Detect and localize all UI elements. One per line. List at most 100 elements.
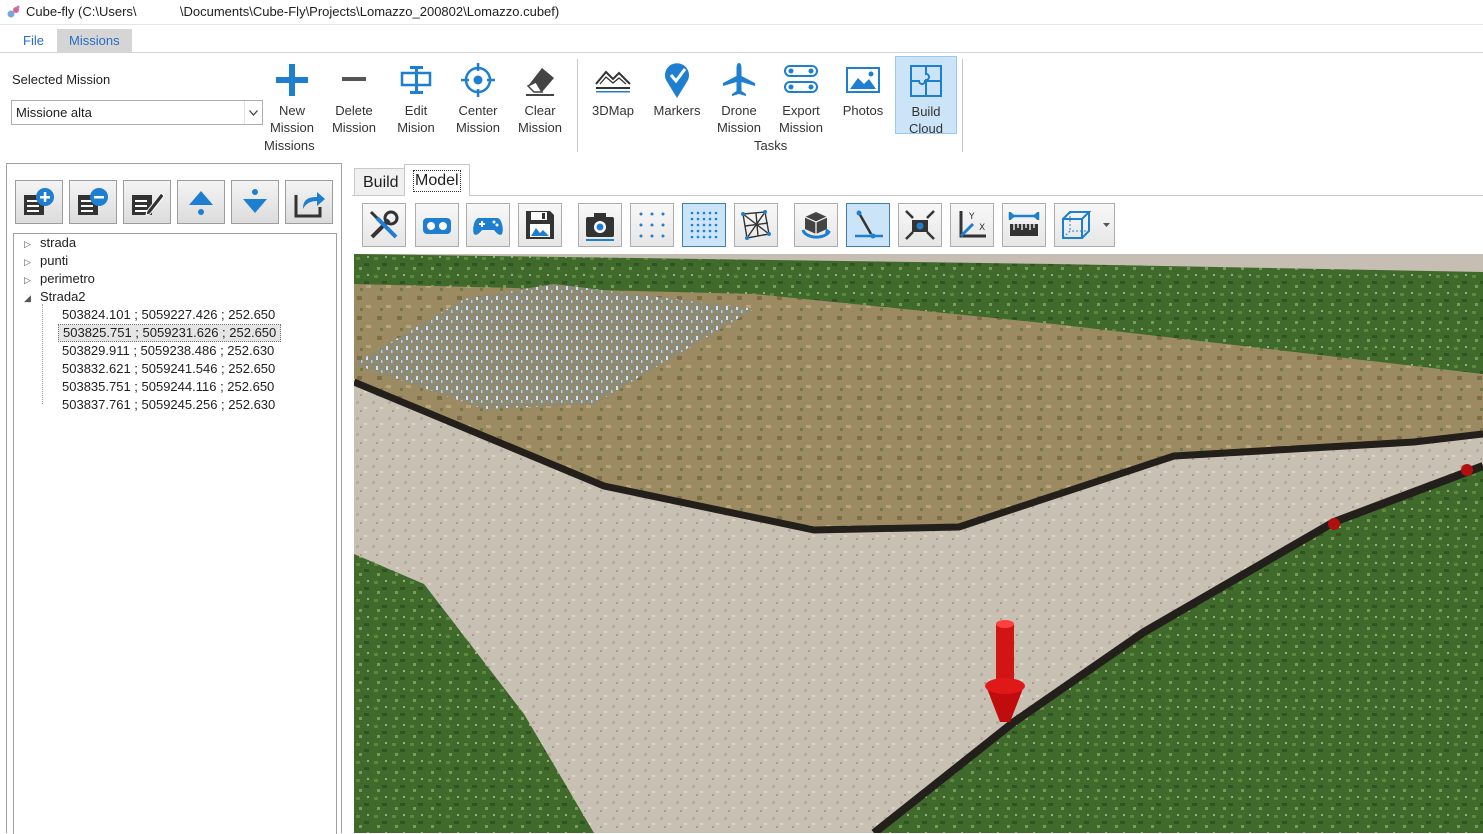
build-cloud-label: Build Cloud: [909, 104, 943, 136]
waypoint-marker[interactable]: [1461, 464, 1473, 476]
clear-mission-label: Clear Mission: [517, 103, 563, 135]
move-up-icon: [189, 191, 213, 215]
menu-tab-file[interactable]: File: [12, 29, 55, 52]
tab-build[interactable]: Build: [354, 168, 408, 195]
bounding-box-icon: [1062, 211, 1092, 239]
ribbon: Selected Mission Missione alta New Missi…: [0, 53, 1483, 157]
tree-node-strada2[interactable]: ◢ Strada2: [24, 288, 86, 306]
route-export-icon: [784, 65, 818, 93]
vr-button[interactable]: [415, 203, 459, 247]
tree-point-item[interactable]: 503837.761 ; 5059245.256 ; 252.630: [58, 396, 279, 414]
ruler-button[interactable]: [1002, 203, 1046, 247]
ribbon-separator: [962, 59, 963, 152]
tasks-group-label: Tasks: [754, 138, 788, 153]
photos-label: Photos: [842, 103, 884, 118]
window-title: Cube-fly (C:\Users\ \Documents\Cube-Fly\…: [26, 4, 560, 19]
markers-button[interactable]: Markers: [647, 56, 707, 134]
focus-camera-button[interactable]: [898, 203, 942, 247]
tab-strip-line: [352, 195, 1483, 196]
edit-item-icon: [132, 192, 165, 216]
add-item-icon: [24, 188, 54, 215]
3d-model-viewport[interactable]: [354, 254, 1483, 833]
build-cloud-button[interactable]: Build Cloud: [895, 56, 957, 136]
sparse-points-icon: [639, 212, 665, 238]
chevron-right-icon[interactable]: ▷: [24, 271, 34, 289]
selected-mission-label: Selected Mission: [12, 72, 111, 87]
delete-mission-button[interactable]: Delete Mission: [324, 56, 384, 135]
3dmap-label: 3DMap: [592, 103, 634, 118]
waypoint-marker[interactable]: [1328, 518, 1340, 530]
vr-headset-icon: [423, 218, 451, 234]
tree-node-perimetro[interactable]: ▷ perimetro: [24, 270, 95, 288]
move-down-icon: [243, 189, 267, 213]
axes-icon: Y X: [959, 211, 986, 238]
axes-button[interactable]: Y X: [950, 203, 994, 247]
rotate-view-button[interactable]: [794, 203, 838, 247]
title-bar: Cube-fly (C:\Users\ \Documents\Cube-Fly\…: [0, 0, 1483, 25]
mission-tree-panel: ▷ strada ▷ punti ▷ perimetro ◢ Strada2 50382…: [6, 163, 342, 834]
tree-point-item[interactable]: 503835.751 ; 5059244.116 ; 252.650: [58, 378, 278, 396]
camera-button[interactable]: [578, 203, 622, 247]
menu-bar: File Missions: [0, 25, 1483, 53]
tab-model-label: Model: [413, 170, 461, 192]
measure-line-icon: [855, 210, 883, 239]
export-button[interactable]: [285, 180, 333, 224]
dense-points-icon: [690, 211, 718, 239]
3dmap-button[interactable]: 3DMap: [583, 56, 643, 134]
center-mission-button[interactable]: Center Mission: [448, 56, 508, 135]
add-item-button[interactable]: [15, 180, 63, 224]
mesh-button[interactable]: [734, 203, 778, 247]
gamepad-button[interactable]: [466, 203, 510, 247]
edit-item-button[interactable]: [123, 180, 171, 224]
save-image-icon: [526, 211, 554, 239]
missions-group-label: Missions: [264, 138, 315, 153]
move-down-button[interactable]: [231, 180, 279, 224]
save-image-button[interactable]: [518, 203, 562, 247]
minus-icon: [342, 77, 366, 81]
tools-button[interactable]: [362, 203, 406, 247]
eraser-icon: [526, 68, 554, 96]
photo-icon: [846, 67, 880, 93]
remove-item-icon: [78, 188, 108, 215]
tree-guide-line: [42, 304, 44, 404]
dropdown-arrow-icon[interactable]: [1103, 223, 1110, 228]
tab-model[interactable]: Model: [404, 164, 470, 196]
measure-line-button[interactable]: [846, 203, 890, 247]
drone-mission-button[interactable]: Drone Mission: [709, 56, 769, 135]
export-icon: [294, 192, 325, 218]
crosshair-icon: [461, 63, 495, 97]
menu-tab-missions[interactable]: Missions: [57, 29, 132, 52]
edit-mission-button[interactable]: Edit Mision: [386, 56, 446, 135]
chevron-right-icon[interactable]: ▷: [24, 253, 34, 271]
move-up-button[interactable]: [177, 180, 225, 224]
map-marker-icon: [665, 63, 689, 98]
bounding-box-button[interactable]: [1054, 203, 1115, 247]
app-cube-icon: [7, 5, 20, 18]
svg-text:Y: Y: [968, 212, 975, 222]
tree-node-punti[interactable]: ▷ punti: [24, 252, 68, 270]
dense-points-button[interactable]: [682, 203, 726, 247]
chevron-down-icon[interactable]: ◢: [24, 289, 34, 307]
airplane-icon: [723, 63, 755, 96]
camera-icon: [586, 213, 614, 241]
tree-point-item[interactable]: 503824.101 ; 5059227.426 ; 252.650: [58, 306, 279, 324]
sparse-points-button[interactable]: [630, 203, 674, 247]
tree-point-item[interactable]: 503829.911 ; 5059238.486 ; 252.630: [58, 342, 278, 360]
tree-point-item[interactable]: 503832.621 ; 5059241.546 ; 252.650: [58, 360, 279, 378]
puzzle-icon: [910, 65, 942, 97]
tools-icon: [369, 210, 399, 239]
terrain-icon: [595, 70, 631, 93]
clear-mission-button[interactable]: Clear Mission: [510, 56, 570, 135]
tree-point-item-selected[interactable]: 503825.751 ; 5059231.626 ; 252.650: [58, 324, 282, 342]
remove-item-button[interactable]: [69, 180, 117, 224]
export-mission-button[interactable]: Export Mission: [771, 56, 831, 135]
mission-tree: ▷ strada ▷ punti ▷ perimetro ◢ Strada2 50382…: [13, 233, 337, 834]
plus-icon: [276, 64, 308, 96]
tree-node-strada[interactable]: ▷ strada: [24, 234, 76, 252]
mission-select[interactable]: Missione alta: [11, 100, 263, 125]
svg-text:X: X: [979, 223, 985, 233]
chevron-right-icon[interactable]: ▷: [24, 235, 34, 253]
camera-focus-icon: [905, 210, 935, 240]
new-mission-button[interactable]: New Mission: [262, 56, 322, 135]
photos-button[interactable]: Photos: [833, 56, 893, 134]
